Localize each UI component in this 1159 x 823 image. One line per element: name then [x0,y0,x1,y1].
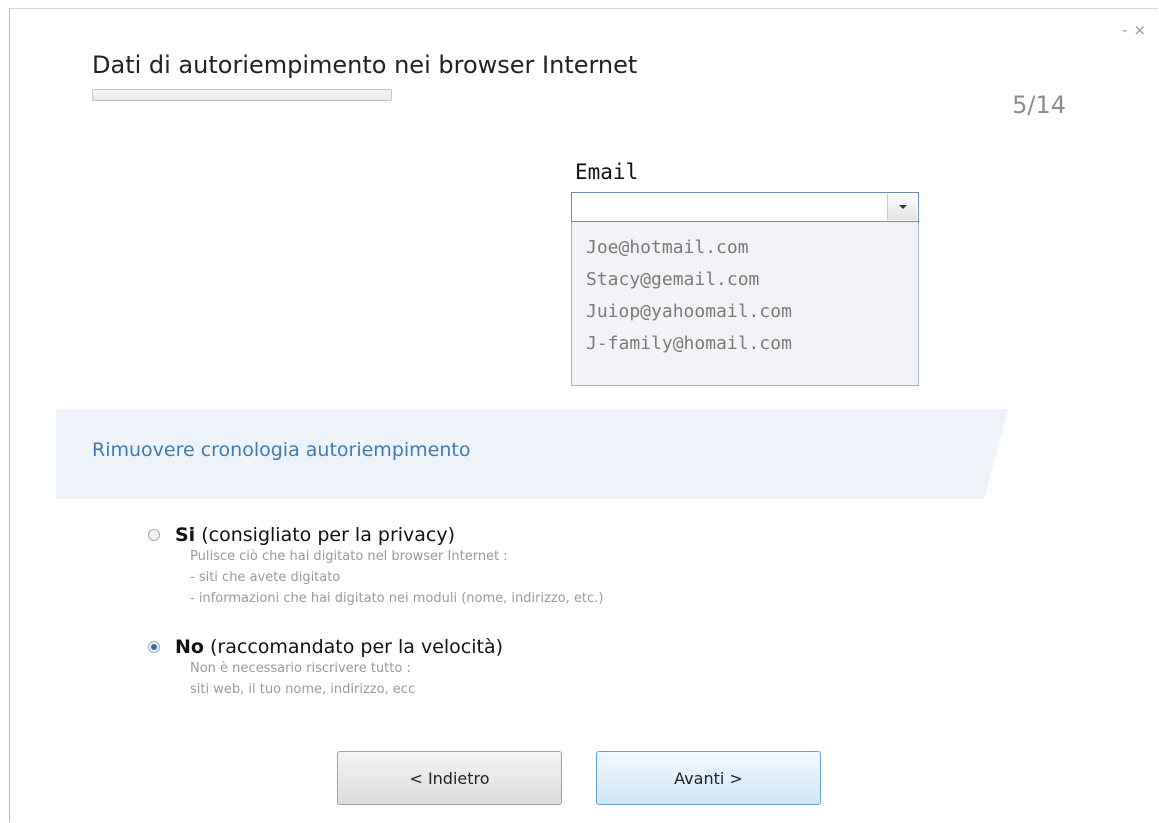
email-option[interactable]: J-family@homail.com [572,328,918,360]
back-button[interactable]: < Indietro [337,751,562,805]
option-yes-label-rest: (consigliato per la privacy) [195,524,456,546]
option-yes-desc-line: - informazioni che hai digitato nei modu… [190,591,604,606]
option-yes-desc-line: - siti che avete digitato [190,570,341,585]
email-option[interactable]: Stacy@gemail.com [572,264,918,296]
page-title: Dati di autoriempimento nei browser Inte… [92,51,638,79]
wizard-window: - × Dati di autoriempimento nei browser … [9,8,1158,822]
option-no-label-bold: No [175,636,204,658]
window-controls: - × [1122,23,1146,38]
step-counter: 5/14 [1012,91,1066,119]
option-yes-label[interactable]: Si (consigliato per la privacy) [175,524,455,546]
option-yes-desc-line: Pulisce ciò che hai digitato nel browser… [190,549,508,564]
minimize-icon[interactable]: - [1122,23,1127,38]
radio-no[interactable] [148,641,160,653]
option-no-label[interactable]: No (raccomandato per la velocità) [175,636,503,658]
option-yes-label-bold: Si [175,524,196,546]
email-dropdown[interactable] [571,192,919,222]
option-yes-description: Pulisce ciò che hai digitato nel browser… [190,546,603,609]
option-yes[interactable]: Si (consigliato per la privacy) Pulisce … [148,524,603,609]
email-label: Email [575,160,639,184]
option-no-description: Non è necessario riscrivere tutto : siti… [190,658,503,700]
dropdown-toggle-button[interactable] [887,194,917,220]
radio-yes[interactable] [148,529,160,541]
option-no[interactable]: No (raccomandato per la velocità) Non è … [148,636,503,700]
email-dropdown-list: Joe@hotmail.com Stacy@gemail.com Juiop@y… [571,222,919,386]
section-title: Rimuovere cronologia autoriempimento [92,439,471,461]
option-no-desc-line: Non è necessario riscrivere tutto : [190,661,411,676]
chevron-down-icon [898,205,907,209]
option-no-label-rest: (raccomandato per la velocità) [203,636,504,658]
email-option[interactable]: Joe@hotmail.com [572,232,918,264]
progress-bar [92,89,392,101]
close-icon[interactable]: × [1133,23,1146,38]
next-button[interactable]: Avanti > [596,751,821,805]
email-option[interactable]: Juiop@yahoomail.com [572,296,918,328]
option-no-desc-line: siti web, il tuo nome, indirizzo, ecc [190,682,416,697]
